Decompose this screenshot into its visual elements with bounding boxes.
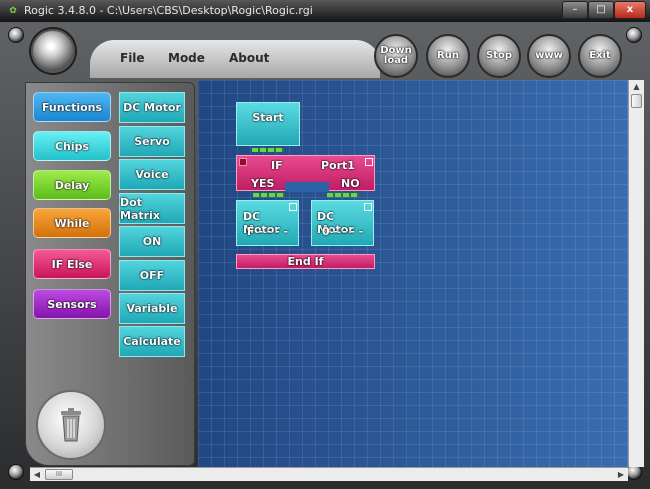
stop-button[interactable]: Stop <box>477 34 521 78</box>
download-button[interactable]: Down load <box>374 34 418 78</box>
category-while[interactable]: While <box>33 208 111 238</box>
connector <box>252 148 284 152</box>
end-if-block[interactable]: End If <box>236 254 375 269</box>
bolt-icon <box>8 27 24 43</box>
connector <box>253 193 285 197</box>
bolt-icon <box>8 464 24 480</box>
vertical-scrollbar[interactable]: ▲ <box>628 80 644 467</box>
connector <box>327 193 359 197</box>
block-servo[interactable]: Servo <box>119 126 185 157</box>
category-chips[interactable]: Chips <box>33 131 111 161</box>
minimize-button[interactable]: – <box>562 1 588 19</box>
logo-icon <box>31 29 75 73</box>
menu-about[interactable]: About <box>229 51 269 65</box>
bolt-icon <box>626 27 642 43</box>
close-button[interactable]: x <box>614 1 646 19</box>
no-label: NO <box>341 177 360 190</box>
exit-button[interactable]: Exit <box>578 34 622 78</box>
block-dc-motor[interactable]: DC Motor <box>119 92 185 123</box>
window-title: Rogic 3.4.8.0 - C:\Users\CBS\Desktop\Rog… <box>24 4 313 17</box>
if-block[interactable]: IF Port1 YES NO <box>236 155 375 192</box>
download-label: Down load <box>380 45 412 66</box>
dc-motor-value: 0 - - - - <box>322 225 364 238</box>
scroll-up-icon[interactable]: ▲ <box>629 80 644 94</box>
checkbox-icon <box>239 158 247 166</box>
checkbox-icon <box>365 158 373 166</box>
run-button[interactable]: Run <box>426 34 470 78</box>
category-delay[interactable]: Delay <box>33 170 111 200</box>
category-if-else[interactable]: IF Else <box>33 249 111 279</box>
if-label: IF <box>271 159 283 172</box>
vertical-scroll-thumb[interactable] <box>631 94 642 108</box>
block-voice[interactable]: Voice <box>119 159 185 190</box>
block-dot-matrix[interactable]: Dot Matrix <box>119 193 185 224</box>
menu-mode[interactable]: Mode <box>168 51 205 65</box>
www-button[interactable]: www <box>527 34 571 78</box>
dc-motor-block[interactable]: DC Motor 0 - - - - <box>311 200 374 246</box>
horizontal-scrollbar[interactable]: ◀ III ▶ <box>30 467 628 481</box>
if-block-notch <box>285 182 329 192</box>
block-on[interactable]: ON <box>119 226 185 257</box>
dc-motor-block[interactable]: DC Motor F - - - - <box>236 200 299 246</box>
app-icon: ✿ <box>9 6 17 16</box>
window-title-bar: ✿ Rogic 3.4.8.0 - C:\Users\CBS\Desktop\R… <box>0 0 650 22</box>
horizontal-scroll-thumb[interactable]: III <box>45 469 73 480</box>
category-sensors[interactable]: Sensors <box>33 289 111 319</box>
port-label: Port1 <box>321 159 355 172</box>
dc-motor-value: F - - - - <box>247 225 289 238</box>
yes-label: YES <box>251 177 275 190</box>
trash-icon <box>61 408 81 442</box>
block-calculate[interactable]: Calculate <box>119 326 185 357</box>
scroll-left-icon[interactable]: ◀ <box>30 468 44 481</box>
menu-file[interactable]: File <box>120 51 145 65</box>
scroll-right-icon[interactable]: ▶ <box>614 468 628 481</box>
start-block[interactable]: Start <box>236 102 300 146</box>
block-off[interactable]: OFF <box>119 260 185 291</box>
maximize-button[interactable]: □ <box>588 1 614 19</box>
start-label: Start <box>252 111 284 124</box>
category-functions[interactable]: Functions <box>33 92 111 122</box>
block-variable[interactable]: Variable <box>119 293 185 324</box>
